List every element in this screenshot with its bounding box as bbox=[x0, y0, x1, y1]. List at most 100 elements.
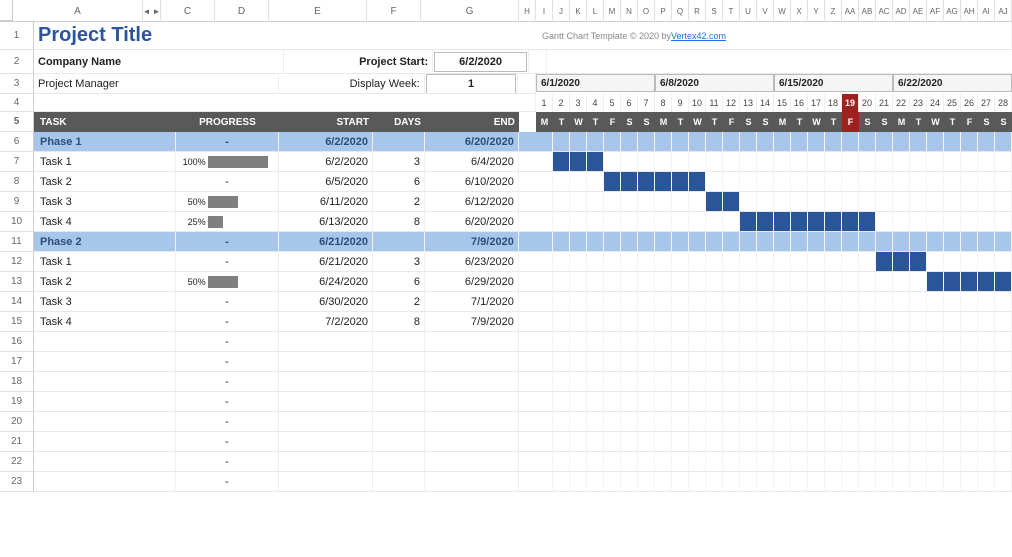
gantt-cell[interactable] bbox=[859, 352, 876, 372]
task-name-cell[interactable]: Phase 1 bbox=[34, 132, 176, 152]
column-collapse-toggle[interactable]: ◄► bbox=[143, 0, 161, 22]
gantt-cell[interactable] bbox=[978, 452, 995, 472]
column-header[interactable]: T bbox=[723, 0, 740, 22]
day-number[interactable]: 24 bbox=[927, 94, 944, 112]
gantt-cell[interactable] bbox=[842, 172, 859, 192]
gantt-cell[interactable] bbox=[944, 412, 961, 432]
progress-cell[interactable]: - bbox=[176, 472, 279, 492]
day-number[interactable]: 18 bbox=[825, 94, 842, 112]
start-cell[interactable] bbox=[279, 472, 373, 492]
gantt-cell[interactable] bbox=[859, 472, 876, 492]
gantt-cell[interactable] bbox=[876, 252, 893, 272]
gantt-cell[interactable] bbox=[961, 332, 978, 352]
gantt-cell[interactable] bbox=[893, 372, 910, 392]
gantt-cell[interactable] bbox=[689, 432, 706, 452]
days-cell[interactable] bbox=[373, 392, 425, 412]
header-task[interactable]: TASK bbox=[34, 112, 176, 132]
gantt-cell[interactable] bbox=[655, 152, 672, 172]
gantt-cell[interactable] bbox=[757, 292, 774, 312]
days-cell[interactable]: 3 bbox=[373, 152, 425, 172]
header-start[interactable]: START bbox=[279, 112, 373, 132]
gantt-cell[interactable] bbox=[536, 392, 553, 412]
gantt-cell[interactable] bbox=[808, 272, 825, 292]
gantt-cell[interactable] bbox=[859, 232, 876, 252]
gantt-cell[interactable] bbox=[842, 352, 859, 372]
gantt-cell[interactable] bbox=[553, 392, 570, 412]
day-number[interactable]: 7 bbox=[638, 94, 655, 112]
gantt-cell[interactable] bbox=[978, 412, 995, 432]
days-cell[interactable]: 2 bbox=[373, 292, 425, 312]
end-cell[interactable]: 6/4/2020 bbox=[425, 152, 519, 172]
gantt-cell[interactable] bbox=[893, 252, 910, 272]
attribution-link[interactable]: Vertex42.com bbox=[671, 31, 726, 41]
gantt-cell[interactable] bbox=[825, 452, 842, 472]
header-progress[interactable]: PROGRESS bbox=[176, 112, 279, 132]
gantt-cell[interactable] bbox=[927, 252, 944, 272]
gantt-cell[interactable] bbox=[672, 312, 689, 332]
gantt-cell[interactable] bbox=[910, 312, 927, 332]
gantt-cell[interactable] bbox=[638, 272, 655, 292]
column-header[interactable]: A bbox=[13, 0, 143, 22]
gantt-cell[interactable] bbox=[774, 232, 791, 252]
gantt-cell[interactable] bbox=[604, 212, 621, 232]
gantt-cell[interactable] bbox=[672, 232, 689, 252]
gantt-cell[interactable] bbox=[825, 192, 842, 212]
gantt-cell[interactable] bbox=[995, 332, 1012, 352]
gantt-cell[interactable] bbox=[995, 432, 1012, 452]
gantt-cell[interactable] bbox=[944, 152, 961, 172]
header-days[interactable]: DAYS bbox=[373, 112, 425, 132]
gantt-cell[interactable] bbox=[910, 152, 927, 172]
gantt-cell[interactable] bbox=[859, 332, 876, 352]
task-name-cell[interactable] bbox=[34, 472, 176, 492]
gantt-cell[interactable] bbox=[723, 392, 740, 412]
gantt-cell[interactable] bbox=[587, 372, 604, 392]
gantt-cell[interactable] bbox=[825, 332, 842, 352]
gantt-cell[interactable] bbox=[927, 132, 944, 152]
gantt-cell[interactable] bbox=[893, 312, 910, 332]
gantt-cell[interactable] bbox=[927, 232, 944, 252]
start-cell[interactable]: 6/21/2020 bbox=[279, 232, 373, 252]
gantt-cell[interactable] bbox=[655, 452, 672, 472]
task-name-cell[interactable]: Task 4 bbox=[34, 312, 176, 332]
gantt-cell[interactable] bbox=[570, 172, 587, 192]
gantt-cell[interactable] bbox=[842, 232, 859, 252]
gantt-cell[interactable] bbox=[587, 172, 604, 192]
gantt-cell[interactable] bbox=[791, 292, 808, 312]
project-start-label[interactable]: Project Start: bbox=[284, 50, 433, 74]
gantt-cell[interactable] bbox=[944, 372, 961, 392]
column-header[interactable]: AJ bbox=[995, 0, 1012, 22]
gantt-cell[interactable] bbox=[536, 352, 553, 372]
gantt-cell[interactable] bbox=[706, 432, 723, 452]
day-number[interactable]: 19 bbox=[842, 94, 859, 112]
gantt-cell[interactable] bbox=[944, 312, 961, 332]
task-name-cell[interactable]: Task 1 bbox=[34, 152, 176, 172]
column-header[interactable]: D bbox=[215, 0, 269, 22]
gantt-cell[interactable] bbox=[876, 372, 893, 392]
gantt-cell[interactable] bbox=[910, 192, 927, 212]
task-name-cell[interactable]: Task 1 bbox=[34, 252, 176, 272]
end-cell[interactable] bbox=[425, 332, 519, 352]
gantt-cell[interactable] bbox=[859, 252, 876, 272]
gantt-cell[interactable] bbox=[876, 312, 893, 332]
gantt-cell[interactable] bbox=[910, 432, 927, 452]
gantt-cell[interactable] bbox=[553, 272, 570, 292]
progress-cell[interactable]: 50% bbox=[176, 272, 279, 292]
gantt-cell[interactable] bbox=[978, 432, 995, 452]
gantt-cell[interactable] bbox=[876, 412, 893, 432]
gantt-cell[interactable] bbox=[740, 352, 757, 372]
gantt-cell[interactable] bbox=[689, 292, 706, 312]
gantt-cell[interactable] bbox=[978, 472, 995, 492]
gantt-cell[interactable] bbox=[706, 392, 723, 412]
days-cell[interactable]: 6 bbox=[373, 272, 425, 292]
gantt-cell[interactable] bbox=[978, 312, 995, 332]
gantt-cell[interactable] bbox=[604, 472, 621, 492]
gantt-cell[interactable] bbox=[995, 272, 1012, 292]
gantt-cell[interactable] bbox=[740, 152, 757, 172]
gantt-cell[interactable] bbox=[825, 352, 842, 372]
gantt-cell[interactable] bbox=[910, 332, 927, 352]
task-name-cell[interactable] bbox=[34, 412, 176, 432]
gantt-cell[interactable] bbox=[587, 472, 604, 492]
gantt-cell[interactable] bbox=[859, 412, 876, 432]
gantt-cell[interactable] bbox=[672, 332, 689, 352]
gantt-cell[interactable] bbox=[757, 212, 774, 232]
